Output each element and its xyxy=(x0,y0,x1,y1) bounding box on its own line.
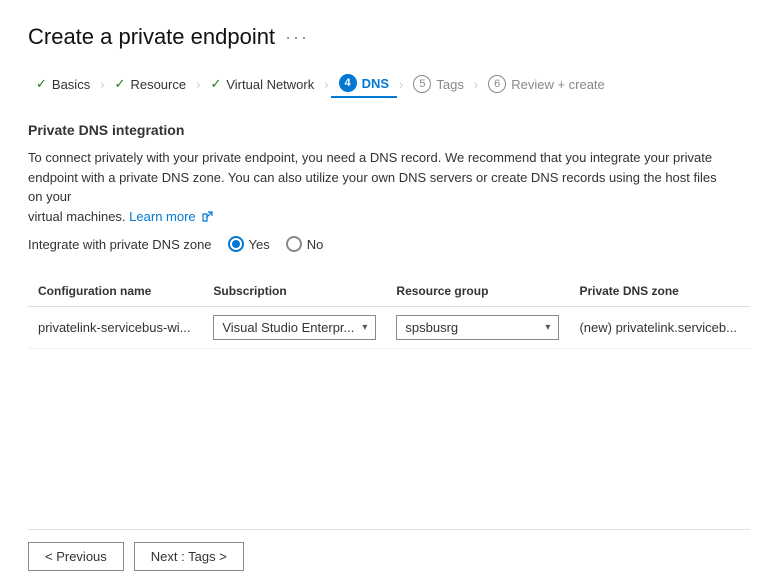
previous-button[interactable]: < Previous xyxy=(28,542,124,571)
wizard-steps: ✓ Basics › ✓ Resource › ✓ Virtual Networ… xyxy=(28,70,750,98)
resource-group-dropdown[interactable]: spsbusrg ▾ xyxy=(396,315,559,340)
step-tags-num: 5 xyxy=(413,75,431,93)
cell-subscription: Visual Studio Enterpr... ▾ xyxy=(203,307,386,349)
check-vnet-icon: ✓ xyxy=(210,76,221,92)
step-tags[interactable]: 5 Tags xyxy=(405,71,471,97)
cell-resource-group: spsbusrg ▾ xyxy=(386,307,569,349)
desc-line1: To connect privately with your private e… xyxy=(28,150,712,165)
radio-yes[interactable]: Yes xyxy=(228,236,270,252)
step-tags-label: Tags xyxy=(436,77,463,92)
step-dns[interactable]: 4 DNS xyxy=(331,70,397,98)
radio-no-circle xyxy=(286,236,302,252)
sep-3: › xyxy=(324,77,328,92)
radio-no-label: No xyxy=(307,237,324,252)
resource-group-value: spsbusrg xyxy=(405,320,458,335)
step-review-create[interactable]: 6 Review + create xyxy=(480,71,613,97)
subscription-dropdown[interactable]: Visual Studio Enterpr... ▾ xyxy=(213,315,376,340)
page-container: Create a private endpoint ··· ✓ Basics ›… xyxy=(0,0,778,583)
page-title: Create a private endpoint xyxy=(28,24,275,50)
radio-group: Yes No xyxy=(228,236,324,252)
resource-group-chevron-icon: ▾ xyxy=(545,322,550,333)
footer: < Previous Next : Tags > xyxy=(28,529,750,583)
step-basics[interactable]: ✓ Basics xyxy=(28,72,98,96)
col-config-name: Configuration name xyxy=(28,276,203,307)
external-link-icon xyxy=(201,211,213,223)
page-title-dots: ··· xyxy=(285,27,309,48)
main-content: Private DNS integration To connect priva… xyxy=(28,122,750,529)
description-text: To connect privately with your private e… xyxy=(28,148,728,226)
subscription-chevron-icon: ▾ xyxy=(362,322,367,333)
sep-4: › xyxy=(399,77,403,92)
step-dns-num: 4 xyxy=(339,74,357,92)
page-title-area: Create a private endpoint ··· xyxy=(28,24,750,50)
check-basics-icon: ✓ xyxy=(36,76,47,92)
desc-line3: virtual machines. xyxy=(28,209,126,224)
step-virtual-network[interactable]: ✓ Virtual Network xyxy=(202,72,322,96)
col-dns-zone: Private DNS zone xyxy=(569,276,750,307)
sep-2: › xyxy=(196,77,200,92)
learn-more-link[interactable]: Learn more xyxy=(129,209,195,224)
radio-no[interactable]: No xyxy=(286,236,324,252)
integrate-row: Integrate with private DNS zone Yes No xyxy=(28,236,750,252)
step-vnet-label: Virtual Network xyxy=(226,77,314,92)
next-button[interactable]: Next : Tags > xyxy=(134,542,244,571)
col-resource-group: Resource group xyxy=(386,276,569,307)
radio-yes-label: Yes xyxy=(249,237,270,252)
check-resource-icon: ✓ xyxy=(115,76,126,92)
cell-dns-zone: (new) privatelink.serviceb... xyxy=(569,307,750,349)
step-basics-label: Basics xyxy=(52,77,90,92)
table-header-row: Configuration name Subscription Resource… xyxy=(28,276,750,307)
radio-yes-circle xyxy=(228,236,244,252)
dns-table: Configuration name Subscription Resource… xyxy=(28,276,750,349)
table-row: privatelink-servicebus-wi... Visual Stud… xyxy=(28,307,750,349)
step-review-num: 6 xyxy=(488,75,506,93)
desc-line2: endpoint with a private DNS zone. You ca… xyxy=(28,170,717,205)
step-resource[interactable]: ✓ Resource xyxy=(107,72,195,96)
step-resource-label: Resource xyxy=(130,77,186,92)
sep-1: › xyxy=(100,77,104,92)
step-review-label: Review + create xyxy=(511,77,605,92)
col-subscription: Subscription xyxy=(203,276,386,307)
cell-config-name: privatelink-servicebus-wi... xyxy=(28,307,203,349)
subscription-value: Visual Studio Enterpr... xyxy=(222,320,354,335)
sep-5: › xyxy=(474,77,478,92)
section-title: Private DNS integration xyxy=(28,122,750,138)
step-dns-label: DNS xyxy=(362,76,389,91)
integrate-label: Integrate with private DNS zone xyxy=(28,237,212,252)
